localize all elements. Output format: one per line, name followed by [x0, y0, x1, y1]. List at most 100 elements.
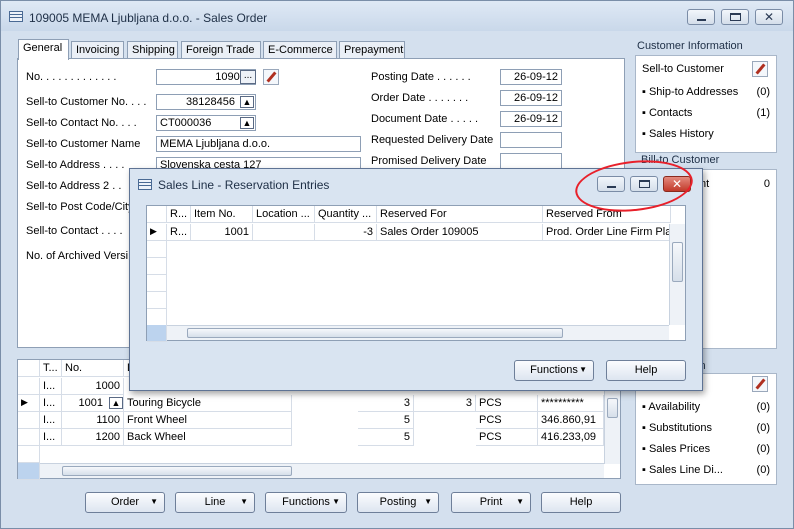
row-selector[interactable] — [147, 241, 167, 258]
order-menu-button[interactable]: Order ▼ — [85, 492, 165, 513]
column-header-quantity[interactable]: Quantity ... — [315, 206, 377, 223]
posting-date-field[interactable]: 26-09-12 — [500, 69, 562, 85]
line-type-cell[interactable]: I... — [40, 378, 62, 395]
no-assist-button[interactable]: ... — [240, 70, 256, 84]
maximize-icon — [730, 13, 741, 21]
tab-general[interactable]: General — [18, 39, 69, 60]
customer-information-header[interactable]: Customer Information — [637, 40, 743, 52]
tab-foreign-trade[interactable]: Foreign Trade — [181, 41, 261, 59]
dialog-functions-button[interactable]: Functions ▼ — [514, 360, 594, 381]
minimize-button[interactable] — [687, 9, 715, 25]
row-selector[interactable] — [18, 378, 40, 395]
lookup-arrow-icon[interactable]: ▲ — [240, 96, 254, 108]
line-unit-price-cell[interactable]: 416.233,09 — [538, 429, 604, 446]
line-type-cell[interactable]: I... — [40, 412, 62, 429]
current-row-marker-icon[interactable]: ▶ — [18, 395, 40, 412]
reserved-from-cell[interactable]: Prod. Order Line Firm Plan — [543, 224, 671, 241]
scrollbar-thumb[interactable] — [607, 398, 618, 418]
row-selector[interactable] — [18, 412, 40, 429]
vertical-scrollbar[interactable] — [604, 390, 620, 464]
line-type-cell[interactable]: I... — [40, 429, 62, 446]
line-description-cell[interactable]: Back Wheel — [124, 429, 292, 446]
tab-prepayment[interactable]: Prepayment — [339, 41, 405, 59]
dialog-help-button[interactable]: Help — [606, 360, 686, 381]
row-selector-header — [18, 360, 40, 377]
line-reserved-quantity-cell[interactable]: 3 — [414, 395, 476, 412]
substitutions-link[interactable]: ▪ Substitutions — [642, 422, 712, 434]
column-header-item-no[interactable]: Item No. — [191, 206, 253, 223]
column-header-type[interactable]: T... — [40, 360, 62, 377]
sell-to-address2-label: Sell-to Address 2 . . — [26, 180, 122, 192]
row-selector[interactable] — [147, 325, 167, 342]
tab-invoicing[interactable]: Invoicing — [71, 41, 124, 59]
line-no-cell[interactable]: 1200 — [62, 429, 124, 446]
line-description-cell[interactable]: Front Wheel — [124, 412, 292, 429]
line-unit-of-measure-cell[interactable]: PCS — [476, 429, 538, 446]
sales-prices-link[interactable]: ▪ Sales Prices — [642, 443, 710, 455]
line-description-cell[interactable]: Touring Bicycle — [124, 395, 292, 412]
row-selector[interactable] — [18, 429, 40, 446]
line-no-cell[interactable]: 1000 — [62, 378, 124, 395]
ship-to-addresses-link[interactable]: ▪ Ship-to Addresses — [642, 86, 738, 98]
horizontal-scrollbar[interactable] — [40, 463, 604, 478]
reserved-for-cell[interactable]: Sales Order 109005 — [377, 224, 543, 241]
column-header-reserved-for[interactable]: Reserved For — [377, 206, 543, 223]
line-unit-price-cell[interactable]: 346.860,91 — [538, 412, 604, 429]
reservation-status-cell[interactable]: R... — [167, 224, 191, 241]
line-quantity-cell[interactable]: 5 — [358, 429, 414, 446]
dropdown-arrow-icon: ▼ — [332, 497, 340, 506]
sell-to-customer-name-field[interactable]: MEMA Ljubljana d.o.o. — [156, 136, 361, 152]
line-unit-price-cell[interactable]: ********** — [538, 395, 604, 412]
row-selector[interactable] — [147, 292, 167, 309]
availability-link[interactable]: ▪ Availability — [642, 401, 700, 413]
row-selector[interactable] — [18, 446, 40, 463]
dropdown-arrow-icon: ▼ — [579, 365, 587, 374]
dialog-title[interactable]: Sales Line - Reservation Entries — [158, 178, 329, 192]
vertical-scrollbar[interactable] — [669, 224, 685, 325]
horizontal-scrollbar[interactable] — [167, 325, 669, 340]
quantity-cell[interactable]: -3 — [315, 224, 377, 241]
row-selector[interactable] — [147, 309, 167, 326]
line-quantity-cell[interactable]: 3 — [358, 395, 414, 412]
line-quantity-cell[interactable]: 5 — [358, 412, 414, 429]
edit-pencil-icon[interactable] — [752, 61, 768, 77]
lookup-arrow-icon[interactable]: ▲ — [109, 397, 123, 409]
row-selector[interactable] — [147, 258, 167, 275]
close-button[interactable]: ✕ — [755, 9, 783, 25]
row-selector[interactable] — [147, 275, 167, 292]
promised-delivery-date-field[interactable] — [500, 153, 562, 169]
line-unit-of-measure-cell[interactable]: PCS — [476, 412, 538, 429]
posting-menu-button[interactable]: Posting ▼ — [357, 492, 439, 513]
item-no-cell[interactable]: 1001 — [191, 224, 253, 241]
tab-e-commerce[interactable]: E-Commerce — [263, 41, 337, 59]
sales-line-discounts-link[interactable]: ▪ Sales Line Di... — [642, 464, 723, 476]
order-date-field[interactable]: 26-09-12 — [500, 90, 562, 106]
line-unit-of-measure-cell[interactable]: PCS — [476, 395, 538, 412]
contacts-link[interactable]: ▪ Contacts — [642, 107, 692, 119]
line-menu-button[interactable]: Line ▼ — [175, 492, 255, 513]
line-no-cell[interactable]: 1100 — [62, 412, 124, 429]
row-selector[interactable] — [18, 463, 40, 480]
edit-pencil-icon[interactable] — [752, 376, 768, 392]
tab-shipping[interactable]: Shipping — [127, 41, 178, 59]
scrollbar-thumb[interactable] — [187, 328, 563, 338]
document-date-field[interactable]: 26-09-12 — [500, 111, 562, 127]
window-icon — [138, 179, 152, 190]
column-header-location[interactable]: Location ... — [253, 206, 315, 223]
functions-menu-button[interactable]: Functions ▼ — [265, 492, 347, 513]
print-menu-button[interactable]: Print ▼ — [451, 492, 531, 513]
scrollbar-thumb[interactable] — [672, 242, 683, 282]
sales-history-link[interactable]: ▪ Sales History — [642, 128, 714, 140]
maximize-button[interactable] — [721, 9, 749, 25]
scrollbar-thumb[interactable] — [62, 466, 292, 476]
help-button[interactable]: Help — [541, 492, 621, 513]
edit-pencil-icon[interactable] — [263, 69, 279, 85]
current-row-marker-icon[interactable]: ▶ — [147, 224, 167, 241]
line-type-cell[interactable]: I... — [40, 395, 62, 412]
requested-delivery-date-field[interactable] — [500, 132, 562, 148]
column-header-no[interactable]: No. — [62, 360, 124, 377]
location-cell[interactable] — [253, 224, 315, 241]
column-header-reservation-status[interactable]: R... — [167, 206, 191, 223]
title-bar[interactable]: 109005 MEMA Ljubljana d.o.o. - Sales Ord… — [1, 1, 793, 31]
lookup-arrow-icon[interactable]: ▲ — [240, 117, 254, 129]
